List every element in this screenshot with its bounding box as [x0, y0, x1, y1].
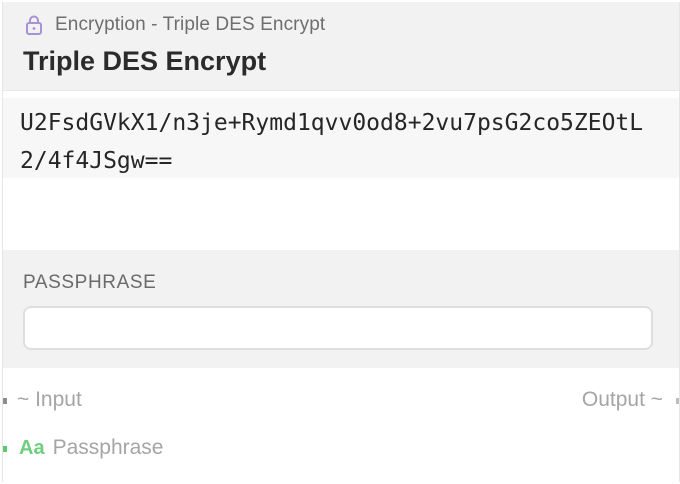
output-value[interactable]: U2FsdGVkX1/n3je+Rymd1qvv0od8+2vu7psG2co5… [20, 104, 670, 180]
passphrase-port-handle[interactable] [3, 446, 7, 452]
ports-section: ~ Input Output ~ Aa Passphrase [3, 368, 679, 482]
output-port-label: Output ~ [581, 388, 663, 411]
input-port-label: ~ Input [17, 388, 82, 411]
node-header[interactable]: Encryption - Triple DES Encrypt Triple D… [3, 2, 679, 91]
node-title: Triple DES Encrypt [23, 46, 267, 76]
output-port-handle[interactable] [676, 398, 679, 404]
node-body-spacer [3, 178, 679, 250]
text-type-icon: Aa [19, 436, 45, 459]
passphrase-label: PASSPHRASE [23, 272, 157, 293]
passphrase-port: Aa Passphrase [19, 436, 163, 460]
passphrase-port-label: Passphrase [52, 436, 164, 459]
lock-icon [25, 15, 43, 35]
params-section: PASSPHRASE [3, 250, 679, 369]
output-display[interactable]: U2FsdGVkX1/n3je+Rymd1qvv0od8+2vu7psG2co5… [3, 98, 679, 178]
input-port-handle[interactable] [3, 398, 7, 404]
passphrase-input[interactable] [23, 306, 653, 350]
category-label: Encryption - Triple DES Encrypt [55, 14, 326, 35]
node-category: Encryption - Triple DES Encrypt [25, 14, 325, 36]
node-card[interactable]: Encryption - Triple DES Encrypt Triple D… [2, 2, 680, 482]
